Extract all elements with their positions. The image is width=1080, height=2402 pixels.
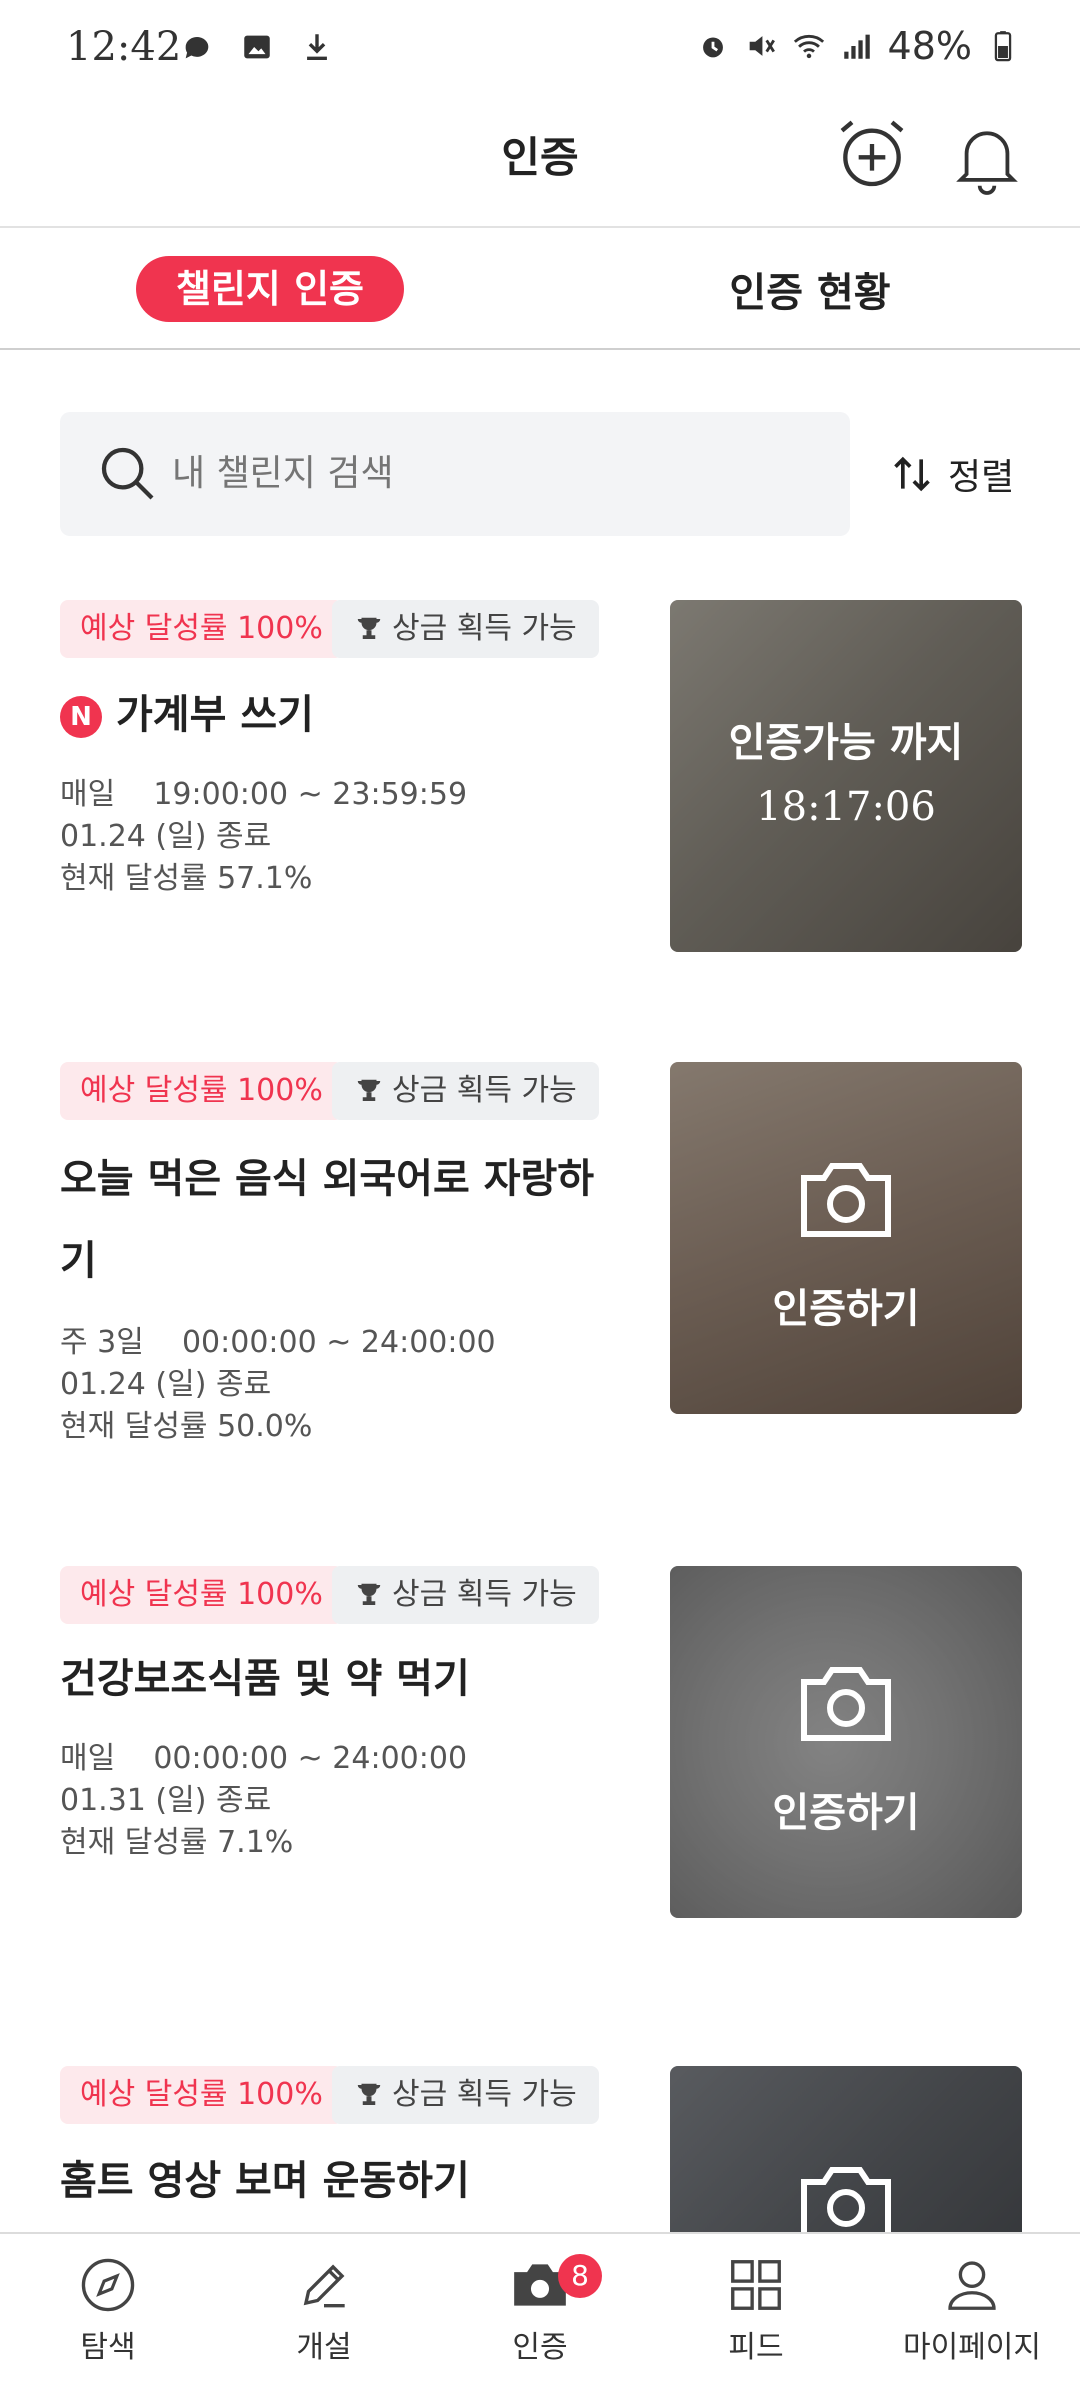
prize-badge-label: 상금 획득 가능 <box>392 2077 577 2112</box>
alarm-icon <box>702 37 723 58</box>
expected-rate-badge: 예상 달성률 100% <box>60 1566 343 1624</box>
trophy-icon <box>357 617 381 639</box>
challenge-progress: 현재 달성률 7.1% <box>60 1825 294 1860</box>
alarm-add-icon[interactable] <box>832 114 912 194</box>
trophy-icon <box>357 1583 381 1605</box>
sort-button[interactable]: 정렬 <box>890 448 1014 500</box>
signal-icon <box>843 34 870 59</box>
challenge-thumbnail[interactable]: 인증하기 <box>670 1566 1022 1918</box>
nav-label: 마이페이지 <box>903 2330 1041 2365</box>
challenge-progress: 현재 달성률 50.0% <box>60 1409 313 1444</box>
challenge-card[interactable]: 예상 달성률 100% 상금 획득 가능 홈트 영상 보며 운동하기 <box>0 2066 1080 2232</box>
nav-label: 인증 <box>512 2330 568 2365</box>
prize-badge-label: 상금 획득 가능 <box>392 1073 577 1108</box>
countdown-timer: 18:17:06 <box>756 784 936 830</box>
nav-label: 개설 <box>296 2330 352 2365</box>
challenge-end-date: 01.24 (일) 종료 <box>60 819 272 854</box>
nav-label: 피드 <box>728 2330 784 2365</box>
challenge-progress: 현재 달성률 57.1% <box>60 861 313 896</box>
tab-bar: 챌린지 인증 인증 현황 <box>0 228 1080 350</box>
nav-mypage[interactable]: 마이페이지 <box>864 2254 1080 2366</box>
verify-available-until-label: 인증가능 까지 <box>728 720 964 766</box>
prize-badge: 상금 획득 가능 <box>332 1062 599 1120</box>
verify-button-label: 인증하기 <box>772 1286 920 1332</box>
challenge-thumbnail[interactable] <box>670 2066 1022 2232</box>
challenge-title: 오늘 먹은 음식 외국어로 자랑하기 <box>60 1156 595 1284</box>
challenge-card[interactable]: 예상 달성률 100% 상금 획득 가능 N 가계부 쓰기 매일 19:00:00… <box>0 600 1080 960</box>
camera-icon <box>801 1667 891 1741</box>
nav-feed[interactable]: 피드 <box>648 2254 864 2366</box>
camera-icon <box>801 2167 891 2232</box>
thumbnail-overlay <box>670 1566 1022 1918</box>
challenge-schedule: 매일 19:00:00 ~ 23:59:59 <box>60 777 468 812</box>
trophy-icon <box>357 2083 381 2105</box>
challenge-schedule: 주 3일 00:00:00 ~ 24:00:00 <box>60 1325 496 1360</box>
user-icon <box>948 2261 996 2310</box>
pencil-icon <box>303 2264 345 2308</box>
expected-rate-badge: 예상 달성률 100% <box>60 1062 343 1120</box>
page-title: 인증 <box>501 133 579 182</box>
challenge-card[interactable]: 예상 달성률 100% 상금 획득 가능 건강보조식품 및 약 먹기 매일 00… <box>0 1566 1080 1926</box>
thumbnail-overlay <box>670 600 1022 952</box>
mute-icon <box>749 36 775 56</box>
bell-icon[interactable] <box>952 118 1022 198</box>
search-input[interactable] <box>170 442 814 504</box>
challenge-thumbnail[interactable]: 인증가능 까지 18:17:06 <box>670 600 1022 952</box>
app-bar: 인증 <box>0 100 1080 228</box>
challenge-title: 건강보조식품 및 약 먹기 <box>60 1656 470 1702</box>
download-icon <box>307 34 327 61</box>
wifi-icon <box>793 34 824 59</box>
nav-verify[interactable]: 8 인증 <box>432 2254 648 2366</box>
challenge-title: N 가계부 쓰기 <box>60 674 620 756</box>
trophy-icon <box>357 1079 381 1101</box>
challenge-meta: 주 3일 00:00:00 ~ 24:00:00 01.24 (일) 종료 현재… <box>60 1322 496 1448</box>
chat-bubble-icon <box>185 36 209 59</box>
tab-challenge-verify[interactable]: 챌린지 인증 <box>136 256 404 322</box>
challenge-title: 홈트 영상 보며 운동하기 <box>60 2158 470 2204</box>
challenge-end-date: 01.24 (일) 종료 <box>60 1367 272 1402</box>
notification-icons <box>180 30 334 64</box>
challenge-end-date: 01.31 (일) 종료 <box>60 1783 272 1818</box>
challenge-schedule: 매일 00:00:00 ~ 24:00:00 <box>60 1741 468 1776</box>
sort-icon <box>894 456 930 492</box>
nav-label: 탐색 <box>80 2330 136 2365</box>
challenge-card[interactable]: 예상 달성률 100% 상금 획득 가능 오늘 먹은 음식 외국어로 자랑하기 … <box>0 1062 1080 1444</box>
nav-explore[interactable]: 탐색 <box>0 2254 216 2366</box>
image-icon <box>244 35 270 59</box>
grid-icon <box>731 2260 781 2310</box>
compass-icon <box>81 2258 135 2312</box>
challenge-title-text: 가계부 쓰기 <box>116 692 314 738</box>
battery-icon <box>994 31 1012 62</box>
prize-badge: 상금 획득 가능 <box>332 600 599 658</box>
notification-count-badge: 8 <box>558 2254 602 2298</box>
sort-label: 정렬 <box>948 457 1015 498</box>
challenge-meta: 매일 19:00:00 ~ 23:59:59 01.24 (일) 종료 현재 달… <box>60 774 467 900</box>
status-bar: 12:42 48% <box>0 0 1080 100</box>
battery-percent: 48% <box>887 24 972 68</box>
search-icon <box>101 447 154 500</box>
challenge-meta: 매일 00:00:00 ~ 24:00:00 01.31 (일) 종료 현재 달… <box>60 1738 467 1864</box>
prize-badge: 상금 획득 가능 <box>332 2066 599 2124</box>
prize-badge: 상금 획득 가능 <box>332 1566 599 1624</box>
search-box[interactable] <box>60 412 850 536</box>
camera-icon <box>801 1163 891 1237</box>
verify-button-label: 인증하기 <box>772 1790 920 1836</box>
prize-badge-label: 상금 획득 가능 <box>392 1577 577 1612</box>
prize-badge-label: 상금 획득 가능 <box>392 611 577 646</box>
system-icons: 48% <box>696 24 1020 68</box>
thumbnail-overlay <box>670 1062 1022 1414</box>
tab-verify-status[interactable]: 인증 현황 <box>690 260 930 318</box>
status-time: 12:42 <box>66 24 182 70</box>
new-badge: N <box>60 696 102 738</box>
nav-create[interactable]: 개설 <box>216 2254 432 2366</box>
expected-rate-badge: 예상 달성률 100% <box>60 600 343 658</box>
challenge-thumbnail[interactable]: 인증하기 <box>670 1062 1022 1414</box>
expected-rate-badge: 예상 달성률 100% <box>60 2066 343 2124</box>
bottom-navigation: 탐색 개설 8 인증 피드 마이페이지 <box>0 2232 1080 2402</box>
